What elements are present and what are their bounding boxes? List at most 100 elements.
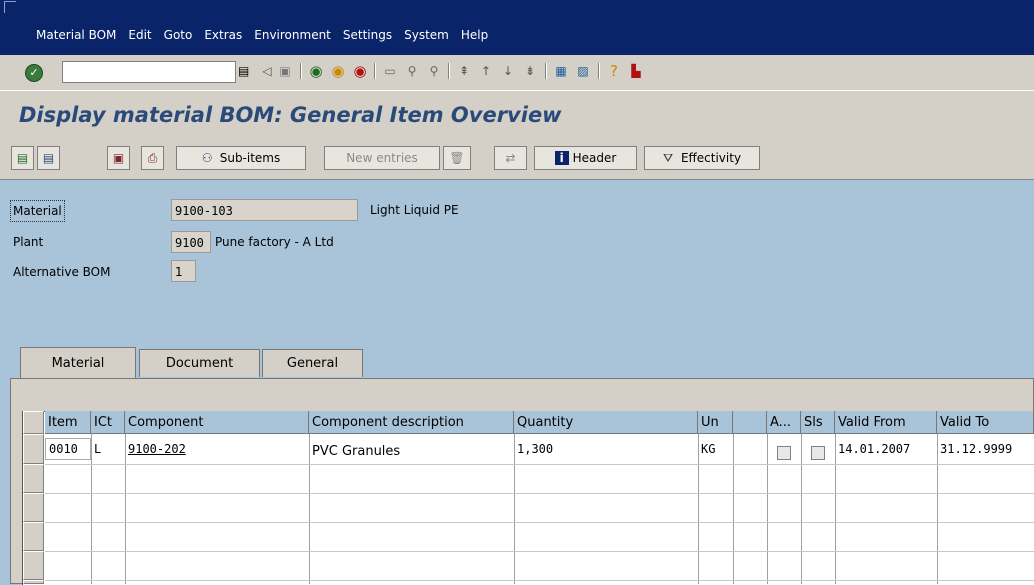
menu-settings[interactable]: Settings	[343, 28, 392, 42]
plant-field[interactable]: 9100	[171, 231, 211, 253]
sub-items-label: Sub-items	[219, 151, 281, 165]
collapse-arrow-icon[interactable]: ◁	[258, 62, 276, 80]
menu-help[interactable]: Help	[461, 28, 488, 42]
previous-page-icon[interactable]: ↑	[477, 62, 495, 80]
menu-goto[interactable]: Goto	[164, 28, 193, 42]
select-all-cell[interactable]	[23, 411, 44, 434]
effectivity-label: Effectivity	[680, 151, 742, 165]
alt-item-checkbox[interactable]	[777, 446, 791, 460]
back-icon[interactable]: ◉	[307, 62, 325, 80]
next-page-icon[interactable]: ↓	[499, 62, 517, 80]
refresh-icon[interactable]: ⇄	[494, 146, 527, 170]
system-menu-icon[interactable]	[4, 1, 16, 13]
next-item-icon[interactable]: ▤	[37, 146, 60, 170]
new-entries-button[interactable]: New entries	[324, 146, 440, 170]
col-header-component-description[interactable]: Component description	[309, 411, 514, 434]
delete-icon[interactable]: 🗑	[443, 146, 471, 170]
first-page-icon[interactable]: ⇞	[455, 62, 473, 80]
cancel-icon[interactable]: ◉	[351, 62, 369, 80]
cell-unit[interactable]: KG	[698, 439, 733, 460]
cell-component-description: PVC Granules	[312, 444, 401, 459]
row-selector[interactable]	[23, 464, 44, 493]
sls-checkbox[interactable]	[811, 446, 825, 460]
command-field[interactable]	[62, 61, 236, 83]
menu-environment[interactable]: Environment	[254, 28, 331, 42]
cell-quantity[interactable]: 1,300	[514, 439, 698, 460]
col-header-ict[interactable]: ICt	[91, 411, 125, 434]
exit-icon[interactable]: ◉	[329, 62, 347, 80]
bom-items-table	[22, 411, 1034, 585]
toolbar-separator	[545, 63, 547, 79]
row-selector[interactable]	[23, 493, 44, 522]
grid-line	[767, 434, 768, 584]
new-entries-label: New entries	[346, 151, 418, 165]
grid-line	[733, 434, 734, 584]
grid-line	[45, 551, 1034, 552]
alternative-bom-field[interactable]: 1	[171, 260, 196, 282]
row-selector[interactable]	[23, 522, 44, 551]
col-header-blank[interactable]	[733, 411, 767, 434]
col-header-component[interactable]: Component	[125, 411, 309, 434]
menu: Material BOM Edit Goto Extras Environmen…	[36, 28, 500, 42]
filter-icon: ⛛	[662, 151, 674, 165]
shortcut-icon[interactable]: ▨	[574, 62, 592, 80]
col-header-sls[interactable]: Sls	[801, 411, 835, 434]
grid-line	[45, 522, 1034, 523]
material-label: Material	[10, 200, 65, 222]
last-page-icon[interactable]: ⇟	[521, 62, 539, 80]
menu-extras[interactable]: Extras	[204, 28, 242, 42]
menu-system[interactable]: System	[404, 28, 449, 42]
print-icon[interactable]: ▭	[381, 62, 399, 80]
col-header-unit[interactable]: Un	[698, 411, 733, 434]
item-detail-icon[interactable]: ▣	[107, 146, 130, 170]
tab-general[interactable]: General	[262, 349, 363, 377]
command-history-icon[interactable]: ▤	[238, 62, 252, 80]
col-header-valid-to[interactable]: Valid To	[937, 411, 1034, 434]
find-icon[interactable]: ⚲	[403, 62, 421, 80]
tab-document[interactable]: Document	[139, 349, 260, 377]
grid-line	[45, 580, 1034, 581]
save-icon[interactable]: ▣	[276, 62, 294, 80]
previous-item-icon[interactable]: ▤	[11, 146, 34, 170]
plant-label: Plant	[13, 235, 44, 249]
col-header-valid-from[interactable]: Valid From	[835, 411, 937, 434]
toolbar-separator	[448, 63, 450, 79]
cell-valid-to[interactable]: 31.12.9999	[937, 439, 1034, 460]
info-icon: i	[554, 151, 569, 165]
toolbar-separator	[300, 63, 302, 79]
plant-description: Pune factory - A Ltd	[215, 235, 334, 249]
cell-valid-from[interactable]: 14.01.2007	[835, 439, 937, 460]
grid-line	[45, 464, 1034, 465]
person-icon: ⚇	[201, 151, 213, 165]
help-icon[interactable]: ?	[605, 62, 623, 80]
grid-line	[801, 434, 802, 584]
menu-material-bom[interactable]: Material BOM	[36, 28, 116, 42]
page-title: Display material BOM: General Item Overv…	[19, 103, 562, 127]
col-header-a[interactable]: A...	[767, 411, 801, 434]
material-field[interactable]: 9100-103	[171, 199, 358, 221]
enter-checkmark-icon[interactable]: ✓	[25, 64, 43, 82]
layout-menu-icon[interactable]: ▙	[627, 62, 645, 80]
effectivity-button[interactable]: ⛛ Effectivity	[644, 146, 760, 170]
create-session-icon[interactable]: ▦	[552, 62, 570, 80]
menu-edit[interactable]: Edit	[128, 28, 151, 42]
sub-items-button[interactable]: ⚇ Sub-items	[176, 146, 306, 170]
header-label: Header	[572, 151, 617, 165]
find-next-icon[interactable]: ⚲	[425, 62, 443, 80]
toolbar-separator	[598, 63, 600, 79]
col-header-item[interactable]: Item	[45, 411, 91, 434]
cell-component[interactable]: 9100-202	[125, 439, 309, 460]
row-selector[interactable]	[23, 551, 44, 580]
cell-ict[interactable]: L	[91, 439, 125, 460]
print-bom-icon[interactable]: ⎙	[141, 146, 164, 170]
header-button[interactable]: i Header	[534, 146, 637, 170]
grid-line	[45, 493, 1034, 494]
row-selector[interactable]	[23, 580, 44, 584]
col-header-quantity[interactable]: Quantity	[514, 411, 698, 434]
toolbar-separator	[374, 63, 376, 79]
tab-material[interactable]: Material	[20, 347, 136, 378]
row-selector[interactable]	[23, 434, 44, 464]
material-description: Light Liquid PE	[370, 203, 459, 217]
cell-item[interactable]: 0010	[45, 438, 91, 460]
alternative-bom-label: Alternative BOM	[13, 265, 111, 279]
